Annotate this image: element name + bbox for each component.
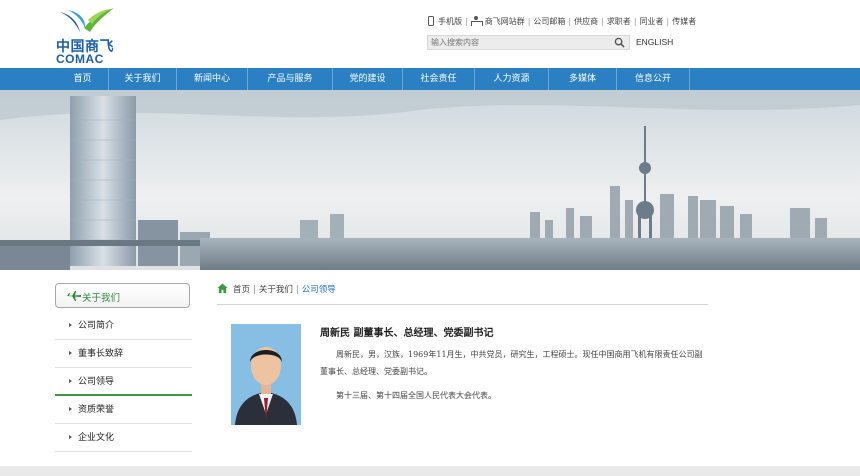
breadcrumb: 首页 | 关于我们 | 公司领导	[217, 281, 708, 305]
company-mail-link[interactable]: 公司邮箱	[533, 16, 565, 27]
separator: |	[253, 285, 256, 295]
sidebar-item-label: 企业文化	[78, 433, 115, 443]
breadcrumb-current[interactable]: 公司领导	[302, 285, 336, 295]
search-input[interactable]	[428, 36, 608, 49]
nav-item-multimedia[interactable]: 多媒体	[549, 68, 617, 90]
logo-english-text: COMAC	[56, 52, 104, 66]
separator: |	[568, 16, 572, 26]
search-icon[interactable]	[614, 37, 625, 48]
breadcrumb-section[interactable]: 关于我们	[259, 285, 293, 295]
sidebar-item-label: 公司简介	[78, 321, 115, 331]
job-seeker-link[interactable]: 求职者	[607, 16, 631, 27]
site-group-link[interactable]: 商飞网站群	[485, 16, 525, 27]
sidebar-item-honors[interactable]: 资质荣誉	[55, 396, 192, 424]
sidebar-title-box: 关于我们	[55, 283, 190, 308]
network-icon	[470, 16, 483, 26]
nav-item-products[interactable]: 产品与服务	[248, 68, 333, 90]
supplier-link[interactable]: 供应商	[574, 16, 598, 27]
separator: |	[295, 285, 299, 295]
separator: |	[601, 16, 604, 26]
comac-logo[interactable]: 中国商飞 COMAC	[56, 6, 126, 66]
leader-representative-paragraph: 第十三届、第十四届全国人民代表大会代表。	[336, 391, 496, 400]
separator: |	[465, 16, 468, 26]
nav-item-party[interactable]: 党的建设	[333, 68, 403, 90]
sidebar-menu: 公司简介 董事长致辞 公司领导 资质荣誉 企业文化	[55, 312, 192, 452]
nav-item-social[interactable]: 社会责任	[403, 68, 475, 90]
peer-link[interactable]: 同业者	[640, 16, 664, 27]
sidebar-title: 关于我们	[82, 293, 121, 304]
sidebar-item-culture[interactable]: 企业文化	[55, 424, 192, 452]
media-link[interactable]: 传媒者	[672, 16, 696, 27]
sidebar-item-label: 公司领导	[78, 377, 115, 387]
search-box	[427, 35, 630, 50]
separator: |	[633, 16, 637, 26]
city-skyline-banner	[0, 90, 860, 270]
airplane-icon	[67, 291, 81, 301]
leader-bio-paragraph: 周新民，男，汉族，1969年11月生，中共党员，研究生，工程硕士。现任中国商用飞…	[320, 350, 703, 376]
nav-item-news[interactable]: 新闻中心	[177, 68, 248, 90]
sidebar-item-label: 董事长致辞	[78, 349, 124, 359]
mobile-version-link[interactable]: 手机版	[438, 16, 462, 27]
separator: |	[527, 16, 531, 26]
sidebar-item-chairman-message[interactable]: 董事长致辞	[55, 340, 192, 368]
english-link[interactable]: ENGLISH	[636, 37, 673, 47]
nav-item-about[interactable]: 关于我们	[109, 68, 177, 90]
footer-strip	[0, 466, 860, 476]
breadcrumb-home[interactable]: 首页	[233, 285, 250, 295]
sidebar-item-leadership[interactable]: 公司领导	[55, 368, 192, 396]
sidebar-item-label: 资质荣誉	[78, 405, 115, 415]
leader-portrait	[231, 324, 301, 425]
nav-item-info[interactable]: 信息公开	[617, 68, 690, 90]
nav-item-home[interactable]: 首页	[57, 68, 109, 90]
comac-wing-logo-icon	[60, 8, 114, 32]
skyline-image	[0, 90, 860, 270]
separator: |	[666, 16, 670, 26]
main-nav: 首页 关于我们 新闻中心 产品与服务 党的建设 社会责任 人力资源 多媒体 信息…	[0, 68, 860, 90]
nav-item-hr[interactable]: 人力资源	[475, 68, 549, 90]
sidebar-item-company-profile[interactable]: 公司简介	[55, 312, 192, 340]
leader-name-title: 周新民 副董事长、总经理、党委副书记	[320, 328, 494, 339]
portrait-image	[231, 324, 301, 425]
top-links-bar: 手机版 | 商飞网站群 | 公司邮箱 | 供应商 | 求职者 | 同业者 | 传…	[428, 15, 696, 27]
phone-icon	[428, 16, 434, 26]
home-icon	[217, 283, 228, 294]
